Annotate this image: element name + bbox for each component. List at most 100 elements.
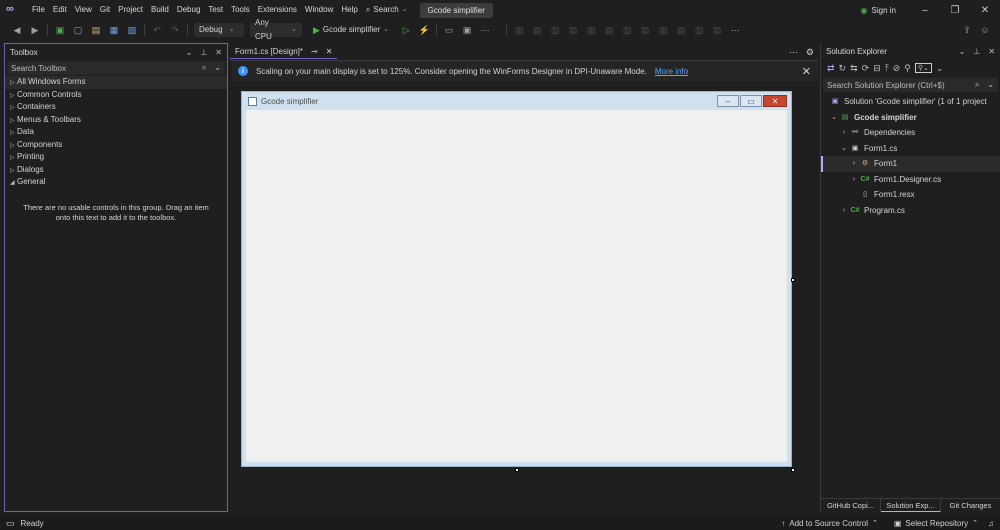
folder-icon[interactable]: ▭ bbox=[442, 23, 456, 37]
pin-icon[interactable]: ⊸ bbox=[311, 45, 318, 58]
back-icon[interactable]: ◀ bbox=[10, 23, 24, 37]
tree-dependencies[interactable]: › ⚯ Dependencies bbox=[821, 125, 1000, 141]
refresh-icon[interactable]: ⟳ bbox=[862, 63, 870, 74]
save-all-icon[interactable]: ▧ bbox=[125, 23, 139, 37]
tree-program-cs[interactable]: › C# Program.cs bbox=[821, 203, 1000, 219]
sync-icon[interactable]: ⇆ bbox=[850, 63, 858, 74]
chevron-right-icon[interactable]: › bbox=[839, 125, 849, 141]
close-icon[interactable]: ✕ bbox=[988, 47, 995, 56]
new-file-icon[interactable]: ▢ bbox=[71, 23, 85, 37]
chevron-down-icon[interactable]: ⌄ bbox=[839, 141, 849, 157]
chevron-down-icon[interactable]: ⌄ bbox=[987, 80, 994, 90]
save-icon[interactable]: ▦ bbox=[107, 23, 121, 37]
chevron-right-icon[interactable]: › bbox=[839, 203, 849, 219]
chevron-down-icon[interactable]: ⌄ bbox=[959, 47, 966, 56]
toolbox-group-containers[interactable]: ▷ Containers bbox=[5, 101, 227, 114]
align-left-icon[interactable]: ▤ bbox=[530, 23, 544, 37]
toolbox-group-common-controls[interactable]: ▷ Common Controls bbox=[5, 89, 227, 102]
tree-solution[interactable]: ▣ Solution 'Gcode simplifier' (1 of 1 pr… bbox=[821, 94, 1000, 110]
menu-window[interactable]: Window bbox=[301, 0, 337, 20]
solution-search-input[interactable]: Search Solution Explorer (Ctrl+$) ⌕ ⌄ bbox=[823, 78, 998, 92]
minimize-button[interactable]: – bbox=[910, 0, 940, 20]
notifications-icon[interactable]: ♫ bbox=[988, 519, 994, 528]
tree-form1-designer[interactable]: › C# Form1.Designer.cs bbox=[821, 172, 1000, 188]
toolbox-group-menus-toolbars[interactable]: ▷ Menus & Toolbars bbox=[5, 114, 227, 127]
forward-icon[interactable]: ▶ bbox=[28, 23, 42, 37]
sign-in-button[interactable]: ◉ Sign in bbox=[861, 6, 896, 15]
chevron-right-icon[interactable]: › bbox=[849, 156, 859, 172]
tree-project[interactable]: ⌄ ▤ Gcode simplifier bbox=[821, 110, 1000, 126]
preview-icon[interactable]: ⊘ bbox=[893, 63, 901, 74]
chevron-right-icon[interactable]: › bbox=[849, 172, 859, 188]
toolbox-group-printing[interactable]: ▷ Printing bbox=[5, 151, 227, 164]
menu-tools[interactable]: Tools bbox=[227, 0, 254, 20]
size-both-icon[interactable]: ▤ bbox=[674, 23, 688, 37]
configuration-dropdown[interactable]: Debug ⌄ bbox=[194, 23, 244, 37]
undo-icon[interactable]: ↶ bbox=[150, 23, 164, 37]
menu-search[interactable]: ⌕ Search ⌄ bbox=[362, 0, 412, 20]
align-right-icon[interactable]: ▤ bbox=[566, 23, 580, 37]
add-to-source-control-button[interactable]: ↑ Add to Source Control ⌃ bbox=[781, 519, 878, 528]
menu-build[interactable]: Build bbox=[147, 0, 173, 20]
menu-project[interactable]: Project bbox=[114, 0, 147, 20]
properties-dropdown[interactable]: ⚲⌄ bbox=[914, 63, 932, 73]
toolbox-group-all-windows-forms[interactable]: ▷ All Windows Forms bbox=[5, 76, 227, 89]
tree-form1-cs[interactable]: ⌄ ▣ Form1.cs bbox=[821, 141, 1000, 157]
start-without-debugging-icon[interactable]: ▷ bbox=[399, 23, 413, 37]
gear-icon[interactable]: ⚙ bbox=[806, 47, 814, 58]
feedback-icon[interactable]: ☺ bbox=[978, 23, 992, 37]
filter-icon[interactable]: ⚲ bbox=[904, 63, 911, 74]
more-icon[interactable]: ⌄ bbox=[936, 63, 944, 74]
search-icon[interactable]: ⌕ bbox=[975, 80, 979, 90]
pin-icon[interactable]: ⊥ bbox=[973, 47, 980, 56]
menu-test[interactable]: Test bbox=[204, 0, 227, 20]
menu-edit[interactable]: Edit bbox=[49, 0, 71, 20]
close-icon[interactable]: ✕ bbox=[802, 65, 811, 78]
chevron-down-icon[interactable]: ⌄ bbox=[214, 63, 221, 73]
close-window-button[interactable]: ✕ bbox=[970, 0, 1000, 20]
hot-reload-icon[interactable]: ⚡ bbox=[417, 23, 431, 37]
tab-solution-explorer[interactable]: Solution Exp... bbox=[881, 499, 941, 512]
align-center-icon[interactable]: ▥ bbox=[548, 23, 562, 37]
align-bottom-icon[interactable]: ▥ bbox=[620, 23, 634, 37]
menu-git[interactable]: Git bbox=[96, 0, 114, 20]
toolbox-group-data[interactable]: ▷ Data bbox=[5, 126, 227, 139]
platform-dropdown[interactable]: Any CPU ⌄ bbox=[250, 18, 302, 41]
switch-views-icon[interactable]: ⇄ bbox=[827, 63, 835, 74]
tree-form1[interactable]: › ⚙ Form1 bbox=[821, 156, 1000, 172]
close-icon[interactable]: ✕ bbox=[215, 48, 222, 57]
output-icon[interactable]: ▭ bbox=[6, 518, 15, 529]
open-icon[interactable]: ▤ bbox=[89, 23, 103, 37]
pin-icon[interactable]: ⊥ bbox=[200, 48, 207, 57]
history-icon[interactable]: ↻ bbox=[839, 63, 847, 74]
tree-form1-resx[interactable]: ▯ Form1.resx bbox=[821, 187, 1000, 203]
toolbox-search-input[interactable]: Search Toolbox ⌕ ⌄ bbox=[7, 61, 225, 75]
align-middle-icon[interactable]: ▤ bbox=[602, 23, 616, 37]
chevron-down-icon[interactable]: ⌄ bbox=[829, 110, 839, 126]
screenshot-icon[interactable]: ▣ bbox=[460, 23, 474, 37]
live-share-icon[interactable]: ⇪ bbox=[960, 23, 974, 37]
collapse-icon[interactable]: ⊟ bbox=[873, 63, 881, 74]
size-height-icon[interactable]: ▥ bbox=[656, 23, 670, 37]
redo-icon[interactable]: ↷ bbox=[168, 23, 182, 37]
grid-icon[interactable]: ▥ bbox=[692, 23, 706, 37]
more-icon[interactable]: ⋯ bbox=[478, 23, 492, 37]
tab-overflow-icon[interactable]: ⋯ bbox=[789, 47, 798, 58]
menu-help[interactable]: Help bbox=[337, 0, 361, 20]
toolbox-group-components[interactable]: ▷ Components bbox=[5, 139, 227, 152]
toolbox-group-general[interactable]: ◢ General bbox=[5, 176, 227, 189]
spacing-icon[interactable]: ▤ bbox=[710, 23, 724, 37]
form-client-area[interactable] bbox=[246, 110, 787, 462]
tab-form1-design[interactable]: Form1.cs [Design]* ⊸ ✕ bbox=[230, 45, 338, 59]
chevron-down-icon[interactable]: ⌄ bbox=[186, 48, 193, 57]
close-icon[interactable]: ✕ bbox=[326, 45, 333, 58]
tab-git-changes[interactable]: Git Changes bbox=[941, 499, 1000, 512]
more-icon[interactable]: ⋯ bbox=[728, 23, 742, 37]
more-info-link[interactable]: More info bbox=[655, 67, 688, 76]
toolbox-group-dialogs[interactable]: ▷ Dialogs bbox=[5, 164, 227, 177]
menu-debug[interactable]: Debug bbox=[173, 0, 205, 20]
run-button[interactable]: ▶ Gcode simplifier ⌄ bbox=[308, 23, 394, 37]
menu-view[interactable]: View bbox=[71, 0, 96, 20]
layout-icon[interactable]: ▥ bbox=[512, 23, 526, 37]
size-width-icon[interactable]: ▤ bbox=[638, 23, 652, 37]
